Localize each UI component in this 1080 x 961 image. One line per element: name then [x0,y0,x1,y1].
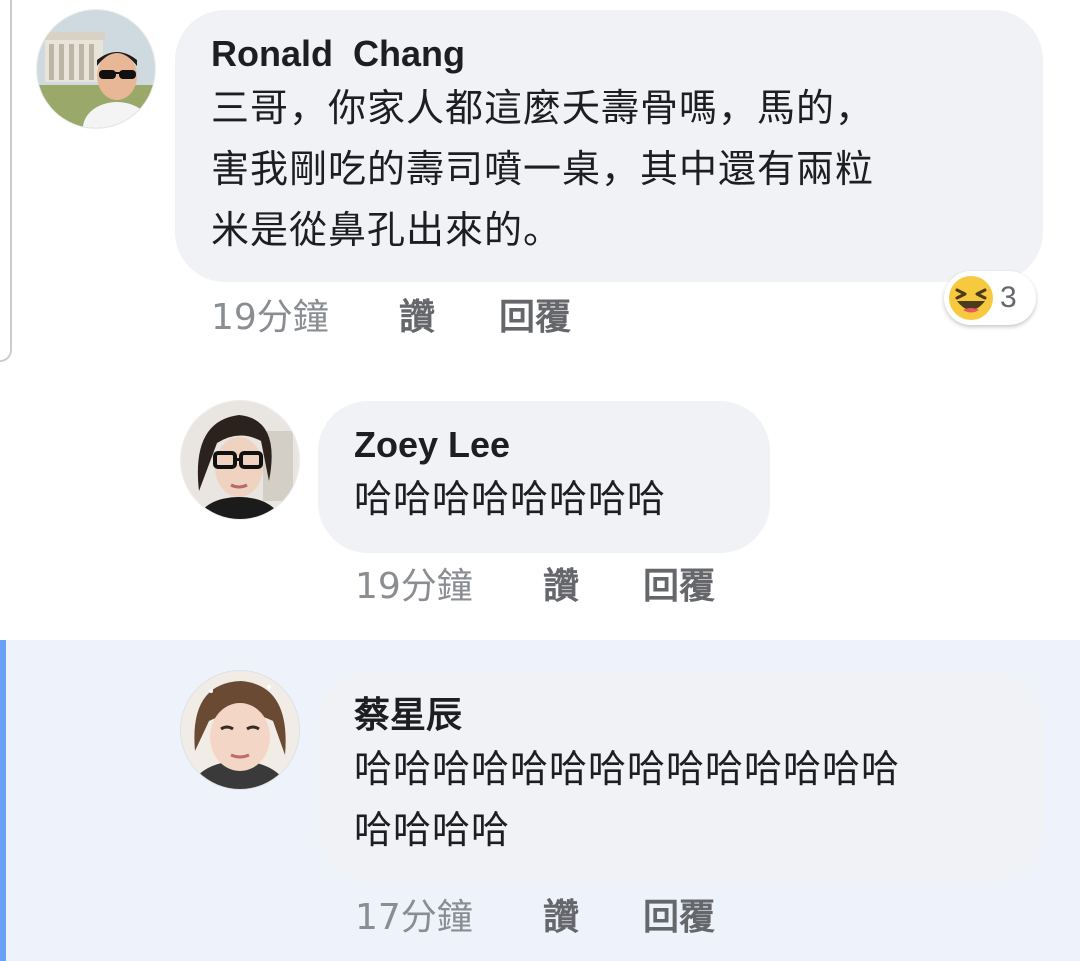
comment-text: 哈哈哈哈哈哈哈哈 [354,469,770,530]
comment-actions: 17分鐘 讚 回覆 [355,892,715,938]
avatar[interactable] [181,401,299,519]
comment-text-line: 哈哈哈哈哈哈哈哈哈哈哈哈哈哈 [354,747,901,791]
comment-text-line: 哈哈哈哈 [354,808,511,852]
reply-button[interactable]: 回覆 [643,888,715,940]
highlight-indicator-bar [0,640,6,961]
comment-author[interactable]: 蔡星辰 [354,693,1044,737]
comment-author[interactable]: Ronald Chang [211,32,1043,76]
comment-bubble: Ronald Chang 三哥，你家人都這麼夭壽骨嗎，馬的， 害我剛吃的壽司噴一… [175,10,1043,282]
comment-author[interactable]: Zoey Lee [354,423,770,467]
comment-text-line: 害我剛吃的壽司噴一桌，其中還有兩粒 [211,147,875,191]
comment-text-line: 三哥，你家人都這麼夭壽骨嗎，馬的， [211,86,875,130]
comment-bubble: Zoey Lee 哈哈哈哈哈哈哈哈 [318,401,770,553]
reaction-count: 3 [1000,281,1017,314]
like-button[interactable]: 讚 [543,888,643,940]
comment-text-line: 米是從鼻孔出來的。 [211,208,563,252]
timestamp[interactable]: 17分鐘 [355,888,543,940]
reply-button[interactable]: 回覆 [499,288,571,340]
timestamp[interactable]: 19分鐘 [355,557,543,609]
like-button[interactable]: 讚 [543,557,643,609]
reply-button[interactable]: 回覆 [643,557,715,609]
comment-bubble: 蔡星辰 哈哈哈哈哈哈哈哈哈哈哈哈哈哈 哈哈哈哈 [318,671,1044,883]
timestamp[interactable]: 19分鐘 [211,288,399,340]
laughing-emoji-icon [949,276,993,320]
thread-line [0,0,12,362]
comment-text: 三哥，你家人都這麼夭壽骨嗎，馬的， 害我剛吃的壽司噴一桌，其中還有兩粒 米是從鼻… [211,78,1043,261]
comment-actions: 19分鐘 讚 回覆 [211,292,571,338]
comment-text-line: 哈哈哈哈哈哈哈哈 [354,477,667,521]
reaction-summary[interactable]: 3 [944,271,1036,325]
like-button[interactable]: 讚 [399,288,499,340]
comment-actions: 19分鐘 讚 回覆 [355,561,715,607]
avatar[interactable] [181,671,299,789]
avatar[interactable] [37,10,155,128]
comment-text: 哈哈哈哈哈哈哈哈哈哈哈哈哈哈 哈哈哈哈 [354,739,1044,861]
